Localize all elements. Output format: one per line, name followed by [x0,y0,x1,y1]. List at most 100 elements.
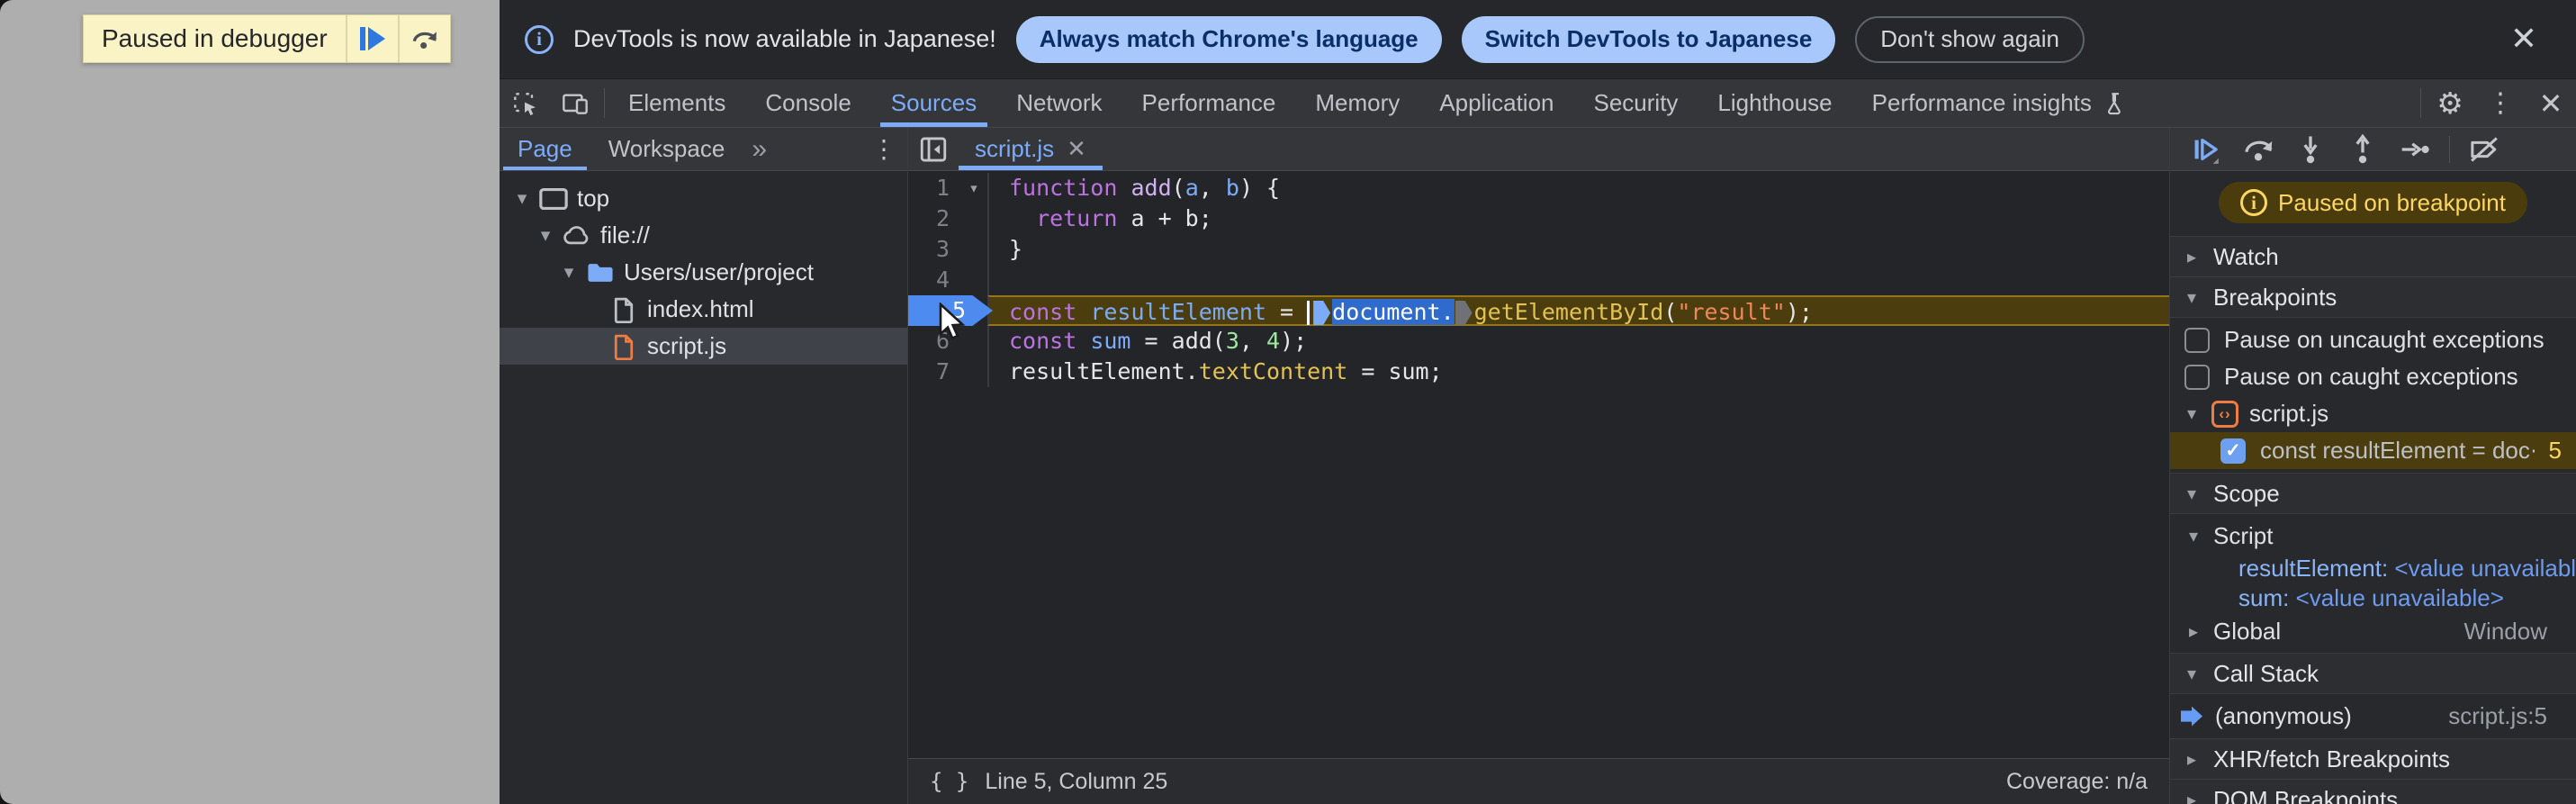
js-file-icon [606,333,642,360]
pause-on-caught-row[interactable]: Pause on caught exceptions [2170,358,2576,395]
code-line-6[interactable]: 6 const sum = add(3, 4); [908,326,2169,357]
expand-arrow-icon[interactable]: ▾ [532,224,559,247]
section-call-stack[interactable]: ▾ Call Stack [2170,653,2576,693]
tab-security[interactable]: Security [1574,79,1698,127]
selected-token[interactable]: document. [1332,299,1455,325]
section-xhr-breakpoints[interactable]: ▸ XHR/fetch Breakpoints [2170,738,2576,779]
toolbar-right-controls: ⚙ ⋮ ✕ [2417,79,2576,127]
code-editor[interactable]: 1 ▾ function add(a, b) { 2 return a + b;… [908,171,2169,758]
settings-button[interactable]: ⚙ [2425,79,2475,127]
notification-close-button[interactable]: ✕ [2499,14,2549,65]
section-watch[interactable]: ▸ Watch [2170,236,2576,276]
inspect-cursor-icon [510,89,539,118]
code-line-7[interactable]: 7 resultElement.textContent = sum; [908,357,2169,387]
editor-tab-scriptjs[interactable]: script.js ✕ [959,128,1103,170]
section-title: Breakpoints [2213,283,2337,311]
step-icon [2399,136,2431,163]
step-over-button[interactable] [2235,130,2282,169]
pretty-print-button[interactable]: { } [930,769,968,794]
scope-variable-row[interactable]: resultElement: <value unavailable> [2170,554,2576,583]
toggle-navigator-button[interactable] [908,128,959,170]
scope-global-group[interactable]: ▸ Global Window [2170,613,2576,649]
expand-arrow-icon[interactable]: ▾ [509,187,536,210]
scope-script-group[interactable]: ▾ Script [2170,518,2576,554]
banner-step-over-button[interactable] [397,15,450,62]
tab-console[interactable]: Console [745,79,870,127]
deactivate-breakpoints-button[interactable] [2461,130,2508,169]
code-line-4[interactable]: 4 [908,265,2169,295]
banner-resume-button[interactable] [345,15,398,62]
line-number[interactable]: 4 [908,265,960,295]
code-line-5-paused[interactable]: 5 const resultElement = document. getElem… [908,295,2169,326]
checkbox-unchecked-icon[interactable] [2184,364,2210,390]
tab-application[interactable]: Application [1419,79,1573,127]
close-tab-icon[interactable]: ✕ [1067,135,1086,163]
tab-performance[interactable]: Performance [1122,79,1296,127]
line-number[interactable]: 7 [908,357,960,387]
tree-item-index-html[interactable]: index.html [500,291,907,328]
tab-network[interactable]: Network [996,79,1121,127]
always-match-language-button[interactable]: Always match Chrome's language [1015,15,1442,63]
code-line-2[interactable]: 2 return a + b; [908,203,2169,234]
notification-bar: i DevTools is now available in Japanese!… [500,0,2576,79]
paused-message-row: i Paused on breakpoint [2170,171,2576,236]
step-into-button[interactable] [2287,130,2334,169]
folder-icon [582,261,618,285]
tree-item-project-folder[interactable]: ▾ Users/user/project [500,254,907,291]
tab-elements[interactable]: Elements [608,79,745,127]
editor-tab-strip: script.js ✕ [908,128,2169,171]
close-icon: ✕ [2509,21,2538,58]
step-out-button[interactable] [2339,130,2386,169]
checkbox-checked-icon[interactable]: ✓ [2220,438,2246,464]
section-title: Call Stack [2213,659,2319,687]
close-devtools-button[interactable]: ✕ [2526,79,2576,127]
continue-to-marker-icon[interactable] [1455,301,1473,325]
panel-toggle-icon [918,134,949,165]
editor-status-bar: { } Line 5, Column 25 Coverage: n/a [908,758,2169,804]
expand-arrow-icon: ▾ [2186,483,2197,504]
kebab-menu-icon: ⋮ [871,134,896,164]
more-options-button[interactable]: ⋮ [2475,79,2526,127]
tree-item-script-js[interactable]: script.js [500,328,907,365]
code-line-1[interactable]: 1 ▾ function add(a, b) { [908,173,2169,203]
code-line-3[interactable]: 3 } [908,234,2169,265]
navigator-tab-workspace[interactable]: Workspace [590,128,743,170]
step-over-icon [2242,134,2274,165]
tree-item-label: file:// [600,221,650,248]
navigator-tab-page[interactable]: Page [500,128,590,170]
section-title: Watch [2213,242,2279,270]
tab-sources[interactable]: Sources [871,79,996,127]
checkbox-unchecked-icon[interactable] [2184,327,2210,353]
tree-item-top[interactable]: ▾ top [500,180,907,217]
scope-variable-row[interactable]: sum: <value unavailable> [2170,583,2576,613]
tab-memory[interactable]: Memory [1295,79,1419,127]
scope-body: ▾ Script resultElement: <value unavailab… [2170,513,2576,653]
line-number[interactable]: 1 [908,173,960,203]
more-tabs-button[interactable]: » [743,128,776,170]
breakpoint-file-group[interactable]: ▾ ‹› script.js [2170,395,2576,432]
tree-item-label: top [577,185,610,212]
resume-script-button[interactable] [2183,130,2229,169]
navigator-menu-button[interactable]: ⋮ [860,128,907,170]
fold-arrow-icon[interactable]: ▾ [960,173,987,203]
section-scope[interactable]: ▾ Scope [2170,473,2576,513]
tree-item-file-protocol[interactable]: ▾ file:// [500,217,907,254]
switch-to-japanese-button[interactable]: Switch DevTools to Japanese [1461,15,1836,63]
section-breakpoints[interactable]: ▾ Breakpoints [2170,276,2576,317]
scope-group-title: Script [2213,521,2274,549]
continue-to-marker-icon[interactable] [1313,301,1331,325]
device-toolbar-button[interactable] [550,79,600,127]
breakpoint-entry[interactable]: ✓ const resultElement = doc⋯ 5 [2170,432,2576,469]
expand-arrow-icon[interactable]: ▾ [555,261,582,284]
section-dom-breakpoints[interactable]: ▸ DOM Breakpoints [2170,779,2576,804]
line-number[interactable]: 2 [908,203,960,234]
pause-on-uncaught-row[interactable]: Pause on uncaught exceptions [2170,321,2576,358]
call-stack-frame[interactable]: (anonymous) script.js:5 [2170,698,2576,735]
variable-name: sum [2238,584,2283,611]
inspect-element-button[interactable] [500,79,550,127]
tab-performance-insights[interactable]: Performance insights [1852,79,2144,127]
tab-lighthouse[interactable]: Lighthouse [1698,79,1851,127]
dont-show-again-button[interactable]: Don't show again [1855,15,2085,63]
line-number[interactable]: 3 [908,234,960,265]
step-button[interactable] [2391,130,2438,169]
